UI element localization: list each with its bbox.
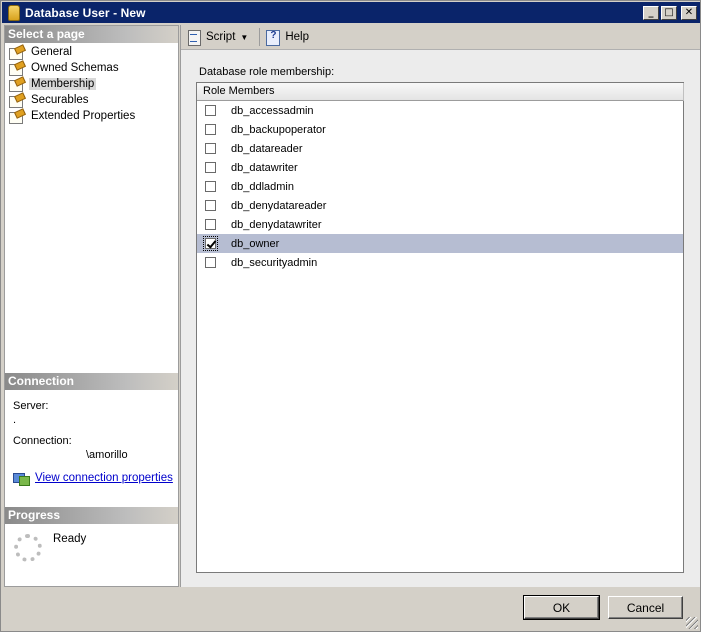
role-checkbox[interactable] <box>205 143 216 154</box>
help-button-label: Help <box>285 31 309 43</box>
server-value: . <box>13 414 17 426</box>
role-name: db_backupoperator <box>231 123 326 136</box>
role-checkbox[interactable] <box>205 257 216 268</box>
role-row-db-owner[interactable]: db_owner <box>197 234 683 253</box>
role-checkbox[interactable] <box>205 200 216 211</box>
ok-button[interactable]: OK <box>523 595 600 620</box>
connection-header: Connection <box>5 373 178 390</box>
role-name: db_denydatawriter <box>231 218 322 231</box>
progress-status: Ready <box>53 533 87 545</box>
page-item-membership[interactable]: Membership <box>5 76 178 92</box>
membership-panel: Database role membership: Role Members d… <box>181 49 700 587</box>
page-list: General Owned Schemas Membership Securab… <box>5 43 178 124</box>
window-controls: _ □ ✕ <box>643 5 697 20</box>
role-name: db_ddladmin <box>231 180 294 193</box>
database-icon <box>8 4 20 21</box>
role-checkbox[interactable] <box>205 181 216 192</box>
maximize-button[interactable]: □ <box>661 5 677 20</box>
script-icon <box>186 29 202 46</box>
role-checkbox[interactable] <box>205 124 216 135</box>
view-connection-properties-link[interactable]: View connection properties <box>35 472 173 484</box>
page-item-label: Membership <box>29 78 97 90</box>
resize-grip[interactable] <box>686 617 698 629</box>
page-icon <box>8 46 24 60</box>
role-name: db_datawriter <box>231 161 298 174</box>
toolbar: Script ▼ Help <box>181 25 700 49</box>
page-icon <box>8 62 24 76</box>
role-row-db-denydatareader[interactable]: db_denydatareader <box>197 196 683 215</box>
role-checkbox[interactable] <box>205 219 216 230</box>
role-checkbox[interactable] <box>205 105 216 116</box>
role-row-db-ddladmin[interactable]: db_ddladmin <box>197 177 683 196</box>
cancel-button[interactable]: Cancel <box>608 596 683 619</box>
page-icon <box>8 78 24 92</box>
connection-properties-icon <box>13 471 30 486</box>
page-item-label: Owned Schemas <box>31 62 119 74</box>
role-name: db_accessadmin <box>231 104 314 117</box>
close-button[interactable]: ✕ <box>681 5 697 20</box>
role-row-db-datareader[interactable]: db_datareader <box>197 139 683 158</box>
role-name: db_datareader <box>231 142 303 155</box>
help-icon <box>265 29 281 46</box>
progress-spinner-icon <box>14 534 42 562</box>
minimize-button[interactable]: _ <box>643 5 659 20</box>
page-item-label: Extended Properties <box>31 110 136 122</box>
role-members-column-header[interactable]: Role Members <box>197 83 684 101</box>
role-row-db-denydatawriter[interactable]: db_denydatawriter <box>197 215 683 234</box>
page-item-label: General <box>31 46 72 58</box>
role-checkbox[interactable] <box>203 236 218 251</box>
left-pane: Select a page General Owned Schemas Memb… <box>4 25 179 587</box>
role-row-db-datawriter[interactable]: db_datawriter <box>197 158 683 177</box>
page-item-extended-properties[interactable]: Extended Properties <box>5 108 178 124</box>
script-button-label: Script <box>206 31 236 43</box>
page-icon <box>8 94 24 108</box>
help-button[interactable]: Help <box>262 27 312 47</box>
progress-header: Progress <box>5 507 178 524</box>
server-label: Server: <box>13 400 49 412</box>
role-name: db_denydatareader <box>231 199 327 212</box>
view-connection-properties[interactable]: View connection properties <box>13 471 173 486</box>
role-checkbox[interactable] <box>205 162 216 173</box>
right-pane: Script ▼ Help Database role membership: … <box>180 25 700 587</box>
toolbar-separator <box>259 28 261 46</box>
role-row-db-backupoperator[interactable]: db_backupoperator <box>197 120 683 139</box>
title-bar[interactable]: Database User - New _ □ ✕ <box>2 2 700 23</box>
page-item-owned-schemas[interactable]: Owned Schemas <box>5 60 178 76</box>
connection-label: Connection: <box>13 435 72 447</box>
page-item-general[interactable]: General <box>5 44 178 60</box>
role-membership-label: Database role membership: <box>199 66 335 78</box>
select-page-header: Select a page <box>5 26 178 43</box>
chevron-down-icon[interactable]: ▼ <box>240 33 248 42</box>
role-name: db_owner <box>231 237 280 250</box>
page-item-securables[interactable]: Securables <box>5 92 178 108</box>
window-title: Database User - New <box>25 5 146 20</box>
role-members-grid[interactable]: Role Members db_accessadmin db_backupope… <box>196 82 684 573</box>
page-icon <box>8 110 24 124</box>
connection-value: \amorillo <box>86 449 128 461</box>
role-row-db-accessadmin[interactable]: db_accessadmin <box>197 101 683 120</box>
page-item-label: Securables <box>31 94 89 106</box>
role-name: db_securityadmin <box>231 256 318 269</box>
script-button[interactable]: Script ▼ <box>183 27 257 47</box>
role-row-db-securityadmin[interactable]: db_securityadmin <box>197 253 683 272</box>
connection-info: Server: . Connection: \amorillo <box>13 400 173 463</box>
dialog-window: Database User - New _ □ ✕ Select a page … <box>0 0 701 632</box>
